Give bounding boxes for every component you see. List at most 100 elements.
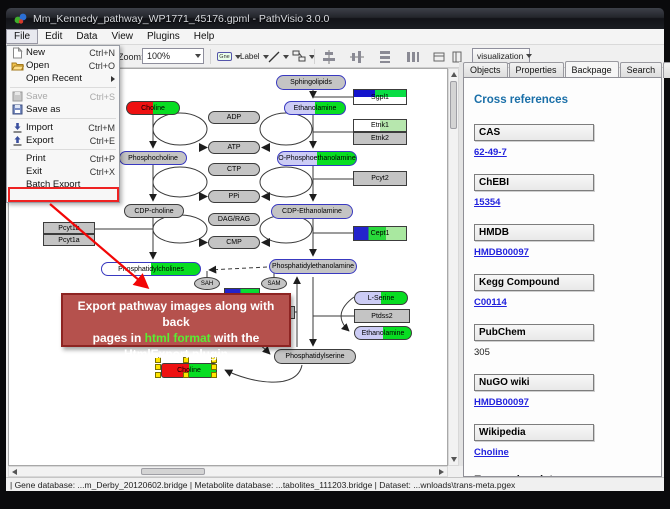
xref-section-pubchem: PubChem 305 bbox=[474, 324, 594, 358]
node-sgpl1[interactable]: Sgpl1 bbox=[353, 89, 407, 105]
xref-title: HMDB bbox=[474, 224, 594, 241]
xref-link[interactable]: 15354 bbox=[474, 197, 500, 208]
window-title: Mm_Kennedy_pathway_WP1771_45176.gpml - P… bbox=[33, 13, 329, 25]
tab-search[interactable]: Search bbox=[620, 62, 663, 78]
node-sah[interactable]: SAH bbox=[194, 277, 220, 290]
node-l-serine[interactable]: L-Serine bbox=[354, 291, 408, 305]
node-atp[interactable]: ATP bbox=[208, 141, 260, 154]
file-menu-import[interactable]: ImportCtrl+M bbox=[7, 121, 119, 134]
line-icon bbox=[268, 51, 280, 63]
file-menu-open-recent[interactable]: Open Recent bbox=[7, 72, 119, 85]
canvas-horizontal-scrollbar[interactable] bbox=[8, 466, 448, 477]
node-choline[interactable]: Choline bbox=[126, 101, 180, 115]
selection-handle[interactable] bbox=[155, 364, 161, 370]
node-ethanolamine-top[interactable]: Ethanolamine bbox=[284, 101, 346, 115]
menu-file[interactable]: File bbox=[6, 29, 38, 44]
node-etnk2[interactable]: Etnk2 bbox=[353, 132, 407, 145]
file-menu-save[interactable]: SaveCtrl+S bbox=[7, 90, 119, 103]
canvas-vertical-scrollbar[interactable] bbox=[448, 68, 459, 466]
node-o-phosphoethanolamine[interactable]: O-Phosphoethanolamine bbox=[277, 151, 357, 166]
node-adp[interactable]: ADP bbox=[208, 111, 260, 124]
file-menu-new[interactable]: NewCtrl+N bbox=[7, 46, 119, 59]
node-pcyt1b[interactable]: Pcyt1b bbox=[43, 222, 95, 234]
selection-handle[interactable] bbox=[183, 372, 189, 378]
xref-title: PubChem bbox=[474, 324, 594, 341]
chevron-down-icon bbox=[195, 54, 201, 58]
xref-link[interactable]: HMDB00097 bbox=[474, 247, 529, 258]
node-cmp[interactable]: CMP bbox=[208, 236, 260, 249]
align-center-icon bbox=[322, 50, 336, 64]
file-menu-export[interactable]: ExportCtrl+E bbox=[7, 134, 119, 147]
save-as-icon bbox=[12, 104, 23, 115]
shapes-icon bbox=[292, 50, 306, 63]
file-menu-print[interactable]: PrintCtrl+P bbox=[7, 152, 119, 165]
distribute-horizontal-button[interactable] bbox=[406, 48, 420, 65]
node-choline-selected[interactable]: Choline bbox=[161, 363, 217, 378]
zoom-combobox[interactable]: 100% bbox=[142, 48, 204, 64]
scrollbar-thumb[interactable] bbox=[450, 81, 457, 129]
node-sam[interactable]: SAM bbox=[261, 277, 287, 290]
tab-properties[interactable]: Properties bbox=[509, 62, 564, 78]
menu-view[interactable]: View bbox=[104, 30, 140, 43]
node-cdp-ethanolamine[interactable]: CDP-Ethanolamine bbox=[271, 204, 353, 219]
title-bar[interactable]: Mm_Kennedy_pathway_WP1771_45176.gpml - P… bbox=[6, 8, 664, 29]
node-phosphatidylethanolamine[interactable]: Phosphatidylethanolamine bbox=[269, 259, 357, 274]
app-shell: File Edit Data View Plugins Help Zoom: 1… bbox=[6, 29, 664, 491]
scroll-down-icon[interactable] bbox=[451, 457, 457, 462]
scroll-left-icon[interactable] bbox=[12, 469, 17, 475]
xref-title: CAS bbox=[474, 124, 594, 141]
line-tool-button[interactable] bbox=[266, 48, 291, 65]
distribute-vertical-button[interactable] bbox=[378, 48, 392, 65]
scrollbar-thumb[interactable] bbox=[141, 468, 205, 475]
submenu-arrow-icon bbox=[111, 76, 115, 82]
node-etnk1[interactable]: Etnk1 bbox=[353, 119, 407, 132]
scroll-up-icon[interactable] bbox=[451, 72, 457, 77]
node-pcyt1a[interactable]: Pcyt1a bbox=[43, 234, 95, 246]
node-ppi[interactable]: PPi bbox=[208, 190, 260, 203]
node-ctp[interactable]: CTP bbox=[208, 163, 260, 176]
xref-link[interactable]: HMDB00097 bbox=[474, 397, 529, 408]
tab-objects[interactable]: Objects bbox=[463, 62, 508, 78]
shape-tool-button[interactable] bbox=[290, 48, 317, 65]
node-ethanolamine-bottom[interactable]: Ethanolamine bbox=[354, 326, 412, 340]
xref-link[interactable]: C00114 bbox=[474, 297, 507, 308]
xref-section-nugo: NuGO wiki HMDB00097 bbox=[474, 374, 594, 408]
align-center-button[interactable] bbox=[322, 48, 336, 65]
node-dag-rag[interactable]: DAG/RAG bbox=[208, 213, 260, 226]
status-text: | Gene database: ...m_Derby_20120602.bri… bbox=[10, 480, 515, 490]
selection-handle[interactable] bbox=[155, 372, 161, 378]
scroll-right-icon[interactable] bbox=[439, 469, 444, 475]
node-cept1[interactable]: Cept1 bbox=[353, 226, 407, 241]
new-document-icon bbox=[12, 47, 23, 59]
menu-help[interactable]: Help bbox=[187, 30, 222, 43]
file-menu-open[interactable]: OpenCtrl+O bbox=[7, 59, 119, 72]
tab-legend[interactable]: Legend bbox=[663, 62, 670, 78]
xref-section-hmdb: HMDB HMDB00097 bbox=[474, 224, 594, 258]
selection-handle[interactable] bbox=[211, 364, 217, 370]
stack-button[interactable] bbox=[432, 48, 446, 65]
label-tool-text: Label bbox=[240, 52, 260, 61]
node-phosphocholine[interactable]: Phosphocholine bbox=[119, 151, 187, 165]
node-cdp-choline[interactable]: CDP-choline bbox=[124, 204, 184, 218]
selection-handle[interactable] bbox=[211, 372, 217, 378]
align-middle-button[interactable] bbox=[350, 48, 364, 65]
menu-data[interactable]: Data bbox=[69, 30, 104, 43]
xref-link[interactable]: Choline bbox=[474, 447, 509, 458]
import-icon bbox=[12, 122, 23, 134]
distribute-vertical-icon bbox=[378, 50, 392, 64]
export-icon bbox=[12, 135, 23, 147]
zoom-label: Zoom: bbox=[118, 48, 144, 65]
node-phosphatidylcholines[interactable]: Phosphatidylcholines bbox=[101, 262, 201, 276]
file-menu-save-as[interactable]: Save as bbox=[7, 103, 119, 116]
node-sphingolipids[interactable]: Sphingolipids bbox=[276, 75, 346, 90]
menu-plugins[interactable]: Plugins bbox=[140, 30, 187, 43]
xref-title: NuGO wiki bbox=[474, 374, 594, 391]
xref-link[interactable]: 62-49-7 bbox=[474, 147, 507, 158]
node-ptdss2[interactable]: Ptdss2 bbox=[354, 309, 410, 323]
file-menu-batch-export[interactable]: Batch Export bbox=[7, 178, 119, 191]
node-pcyt2[interactable]: Pcyt2 bbox=[353, 171, 407, 186]
menu-edit[interactable]: Edit bbox=[38, 30, 69, 43]
file-menu-exit[interactable]: ExitCtrl+X bbox=[7, 165, 119, 178]
tab-backpage[interactable]: Backpage bbox=[565, 61, 619, 77]
chevron-down-icon bbox=[283, 55, 289, 59]
